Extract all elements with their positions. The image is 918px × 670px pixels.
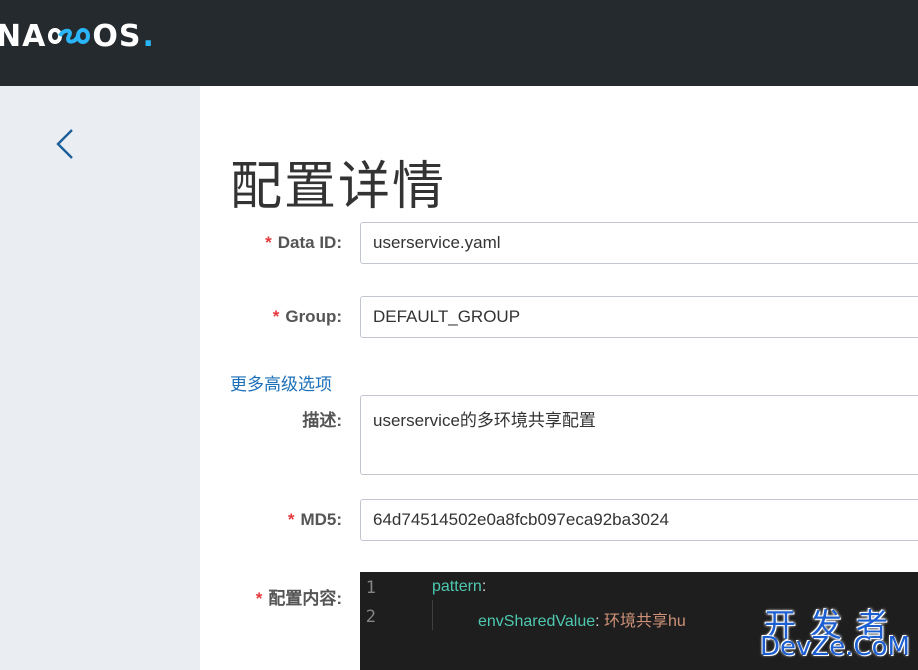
- md5-label-text: MD5:: [300, 510, 342, 529]
- logo-text-part2: OS: [92, 18, 142, 54]
- page-title: 配置详情: [230, 157, 447, 217]
- back-button[interactable]: [52, 124, 80, 164]
- data-id-value: userservice.yaml: [373, 233, 501, 252]
- yaml-key: pattern: [432, 578, 482, 595]
- yaml-key: envSharedValue: [478, 613, 596, 630]
- top-bar: NA OS .: [0, 0, 918, 86]
- data-id-label: * Data ID:: [265, 233, 342, 253]
- required-mark: *: [265, 233, 272, 252]
- line-number-gutter: 1 2: [360, 572, 432, 670]
- required-mark: *: [255, 589, 263, 608]
- group-value: DEFAULT_GROUP: [373, 307, 521, 326]
- yaml-colon: :: [481, 578, 487, 595]
- required-mark: *: [272, 307, 280, 326]
- code-line-1: pattern:: [432, 578, 486, 596]
- required-mark: *: [287, 510, 295, 529]
- config-content-label-text: 配置内容:: [268, 589, 342, 608]
- description-label-text: 描述:: [302, 411, 342, 430]
- md5-value: 64d74514502e0a8fcb097eca92ba3024: [373, 510, 669, 529]
- md5-field[interactable]: 64d74514502e0a8fcb097eca92ba3024: [360, 499, 918, 541]
- data-id-field[interactable]: userservice.yaml: [360, 222, 918, 264]
- description-label: 描述:: [302, 406, 342, 431]
- group-label: * Group:: [273, 307, 342, 327]
- chevron-left-icon: [56, 129, 73, 159]
- description-value: userservice的多环境共享配置: [373, 411, 596, 430]
- code-line-2: envSharedValue: 环境共享hu: [478, 607, 686, 631]
- group-label-text: Group:: [285, 307, 342, 326]
- nacos-logo[interactable]: NA OS .: [0, 18, 155, 54]
- logo-text-part1: NA: [0, 18, 47, 54]
- logo-infinity-icon: [47, 23, 91, 49]
- sidebar: [0, 86, 200, 670]
- line-number: 1: [365, 578, 376, 598]
- logo-dot: .: [142, 18, 155, 54]
- line-number: 2: [365, 607, 376, 627]
- description-field[interactable]: userservice的多环境共享配置: [360, 395, 918, 475]
- group-field[interactable]: DEFAULT_GROUP: [360, 296, 918, 338]
- more-advanced-options-link[interactable]: 更多高级选项: [230, 370, 332, 395]
- md5-label: * MD5:: [288, 510, 342, 530]
- config-content-label: * 配置内容:: [256, 584, 342, 609]
- indent-guide: [432, 600, 433, 630]
- data-id-label-text: Data ID:: [277, 233, 342, 252]
- yaml-value: 环境共享hu: [604, 613, 686, 630]
